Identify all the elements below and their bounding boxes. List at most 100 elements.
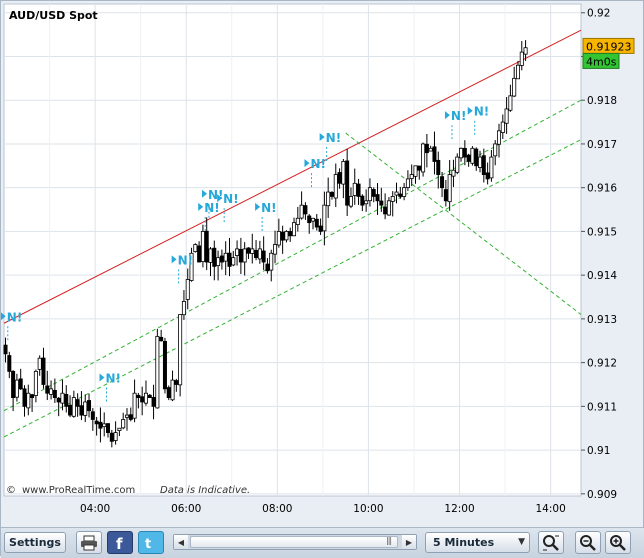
candle-body <box>402 187 407 197</box>
y-tick-label: 0.912 <box>587 358 617 370</box>
candle-body <box>451 169 456 177</box>
candle-body <box>493 143 498 157</box>
settings-button[interactable]: Settings <box>4 532 66 553</box>
candle-body <box>424 143 429 154</box>
candle-body <box>269 252 274 271</box>
candle-body <box>143 392 148 404</box>
candle-body <box>265 263 270 272</box>
candle-body <box>33 370 38 396</box>
candle-body <box>481 155 486 175</box>
timeframe-select[interactable]: 5 Minutes ▼ <box>425 532 530 553</box>
candle-body <box>352 182 357 196</box>
y-tick-label: 0.916 <box>587 183 617 195</box>
candle-body <box>261 250 266 263</box>
candle-body <box>364 200 369 205</box>
y-tick-label: 0.917 <box>587 139 617 151</box>
print-icon[interactable] <box>76 531 102 554</box>
candle-body <box>7 355 12 372</box>
candle-body <box>470 147 475 164</box>
news-marker-label: N! <box>451 109 467 123</box>
candle-body <box>288 231 293 237</box>
news-marker-label: N! <box>208 188 224 202</box>
candle-body <box>174 380 179 385</box>
plot-area[interactable] <box>3 3 582 497</box>
candle-body <box>504 108 509 124</box>
candle-body <box>140 396 145 403</box>
candle-body <box>197 245 202 263</box>
candle-body <box>485 172 490 180</box>
candle-body <box>132 392 137 419</box>
candle-body <box>440 176 445 189</box>
candle-body <box>3 344 8 355</box>
time-scrollbar[interactable]: ◀ ||| ▶ <box>173 534 417 550</box>
candle-body <box>386 200 391 216</box>
scroll-thumb[interactable] <box>190 536 398 548</box>
candle-body <box>409 174 414 179</box>
candle-body <box>79 405 84 416</box>
candle-body <box>45 385 50 394</box>
y-tick-label: 0.911 <box>587 401 617 413</box>
chart-title: AUD/USD Spot <box>9 9 98 22</box>
facebook-icon[interactable]: f <box>107 531 133 554</box>
candle-body <box>94 420 99 425</box>
candle-body <box>71 397 76 417</box>
candle-body <box>75 399 80 407</box>
news-marker-label: N! <box>326 131 342 145</box>
candle-body <box>26 392 31 409</box>
candle-body <box>519 51 524 66</box>
zoom-fit-icon[interactable] <box>538 531 564 554</box>
candle-body <box>124 414 129 418</box>
candle-body <box>102 423 107 428</box>
candle <box>155 328 160 409</box>
candle-body <box>462 147 467 158</box>
toolbar: Settings f t ◀ ||| ▶ 5 Minutes ▼ <box>1 527 644 558</box>
price-badge: 0.91923 4m0s <box>582 37 635 69</box>
candle-body <box>159 336 164 342</box>
candle-body <box>56 397 61 403</box>
candle-body <box>212 247 217 267</box>
candle-body <box>284 231 289 241</box>
candle-body <box>273 244 278 255</box>
price-chart[interactable]: N!N!N!N!N!N!N!N!N!N!N! 0.920.9190.9180.9… <box>1 1 644 527</box>
y-axis: 0.920.9190.9180.9170.9160.9150.9140.9130… <box>581 8 617 501</box>
candle-body <box>337 172 342 184</box>
scroll-right-button[interactable]: ▶ <box>402 535 416 549</box>
candle <box>193 243 198 253</box>
candle-body <box>136 394 141 398</box>
x-tick-label: 10:00 <box>353 503 383 515</box>
candle-body <box>421 143 426 173</box>
candle-body <box>109 432 114 442</box>
scroll-left-button[interactable]: ◀ <box>174 535 188 549</box>
svg-text:f: f <box>116 535 123 551</box>
last-price: 0.91923 <box>586 40 632 53</box>
candle-body <box>227 252 232 267</box>
candle-body <box>41 357 46 385</box>
candle-body <box>280 231 285 241</box>
candle-body <box>310 217 315 222</box>
news-marker-label: N! <box>178 253 194 267</box>
candle-body <box>151 397 156 407</box>
candle-body <box>345 160 350 206</box>
zoom-in-icon[interactable] <box>605 531 631 554</box>
twitter-icon[interactable]: t <box>138 531 164 554</box>
candle-body <box>117 427 122 431</box>
candle-body <box>242 248 247 263</box>
timeframe-value: 5 Minutes <box>433 536 495 549</box>
candle <box>166 385 171 401</box>
candle-body <box>83 401 88 416</box>
candle-body <box>11 370 16 399</box>
candle-body <box>204 230 209 263</box>
zoom-out-icon[interactable] <box>575 531 601 554</box>
candle-body <box>185 279 190 300</box>
candle-body <box>98 421 103 429</box>
candle-body <box>223 252 228 262</box>
candle <box>162 337 167 394</box>
candle-body <box>459 147 464 159</box>
credit-line: © www.ProRealTime.com Data is Indicative… <box>6 485 250 496</box>
candle-body <box>314 218 319 228</box>
candle-body <box>466 154 471 162</box>
candle-body <box>162 340 167 390</box>
candle-body <box>60 392 65 404</box>
copyright-symbol: © <box>6 485 16 496</box>
candle-body <box>147 394 152 398</box>
